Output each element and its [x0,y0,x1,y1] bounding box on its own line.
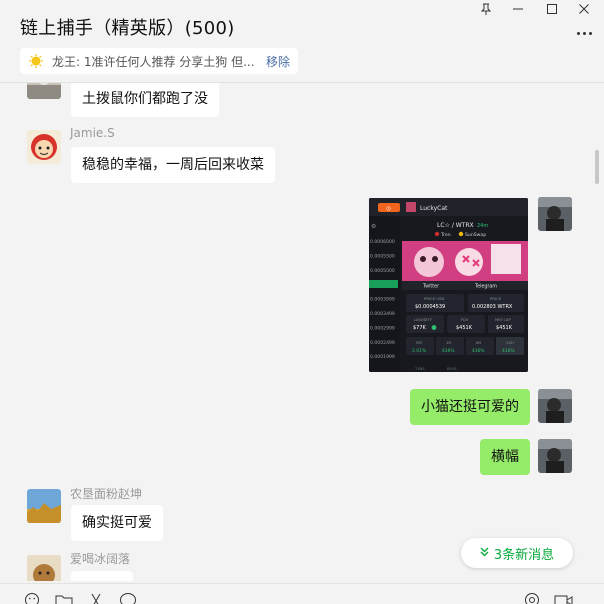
message-bubble[interactable] [71,571,133,581]
avatar[interactable] [27,83,61,99]
scrollbar-thumb[interactable] [595,150,599,184]
image-price-tick: 0.0002499 [370,340,395,346]
image-app-name: LuckyCat [420,205,448,212]
image-value: 0.002803 WTRX [472,304,513,310]
new-messages-button[interactable]: 3条新消息 [461,538,573,568]
svg-text:⊙: ⊙ [386,206,391,213]
sender-name: Jamie.S [70,126,115,140]
message-list[interactable]: 土拨鼠你们都跑了没 Jamie.S 稳稳的幸福，一周后回来收菜 ⊙ LuckyC… [0,83,604,581]
chat-history-button[interactable] [118,592,138,604]
history-icon [525,593,539,604]
image-label: PRICE USD [424,296,444,301]
chat-icon [120,593,136,604]
image-value: $77K [413,325,427,331]
folder-icon [55,595,73,604]
minimize-icon [513,8,523,10]
more-dot-icon [582,31,586,35]
image-label: TXNS [414,367,425,371]
maximize-button[interactable] [536,0,568,18]
screenshot-button[interactable] [86,592,106,604]
image-period-value: 436% [442,348,455,354]
image-period-label: 5M [416,340,422,345]
image-pair: LC☆ / WTRX [437,222,474,229]
avatar[interactable] [538,197,572,231]
image-price-tick: 0.0003999 [370,297,395,303]
lightbulb-icon [28,53,44,69]
avatar[interactable] [27,489,61,523]
pinned-message[interactable]: 龙王: 1准许任何人推荐 分享土狗 但... 移除 [20,48,298,74]
image-price-tick: 0.0001999 [370,354,395,360]
image-price-tick: 0.0006000 [370,239,395,245]
image-price-tick: 0.0002999 [370,325,395,331]
video-call-button[interactable] [554,592,574,604]
image-period-label: 6H [476,340,481,345]
message-bubble[interactable]: 确实挺可爱 [71,505,163,541]
image-label: LIQUIDITY [414,318,433,322]
image-dex: SunSwap [465,232,486,238]
image-label: FDV [461,318,469,322]
avatar[interactable] [27,130,61,164]
more-dot-icon [588,31,592,35]
svg-text:⚙: ⚙ [371,223,376,230]
remove-pinned-button[interactable]: 移除 [266,53,290,70]
image-value: $451K [456,325,473,331]
pin-icon [480,3,492,15]
image-pair-badge: 24m [477,223,488,229]
message-bubble[interactable]: 横幅 [480,439,530,475]
more-options-button[interactable] [574,26,594,40]
image-label: BUYS [447,367,457,371]
message-bubble[interactable]: 小猫还挺可爱的 [410,389,530,425]
image-price-tick: 0.0005500 [370,253,395,259]
image-value: $0.0004539 [415,304,445,310]
image-link: Telegram [474,284,497,290]
image-period-value: 2.01% [412,348,426,354]
file-button[interactable] [54,592,74,604]
image-label: MKT CAP [495,318,511,322]
scissors-icon [91,593,101,604]
image-value: $451K [496,325,513,331]
more-dot-icon [576,31,580,35]
double-chevron-down-icon [480,547,489,560]
image-period-value: 436% [472,348,485,354]
close-button[interactable] [568,0,600,18]
title-bar: 链上捕手（精英版）(500) [0,0,604,48]
image-label: PRICE [490,296,502,301]
avatar[interactable] [27,555,61,581]
sender-name: 爱喝冰阔落 [70,552,131,566]
video-icon [554,595,573,604]
image-period-label: 1H [446,340,451,345]
image-period-value: 436% [502,348,515,354]
emoji-icon [25,593,39,604]
history-button[interactable] [522,592,542,604]
sender-name: 农垦面粉赵坤 [70,487,143,501]
image-period-label: 24H [506,340,514,345]
emoji-button[interactable] [22,592,42,604]
image-chain: Tron [440,232,451,238]
chat-title: 链上捕手（精英版）(500) [20,18,235,39]
message-bubble[interactable]: 土拨鼠你们都跑了没 [71,83,219,117]
image-price-tick: 0.0003499 [370,311,395,317]
pin-window-button[interactable] [470,0,502,18]
image-link: Twitter [422,284,439,290]
image-price-tick: 0.0005000 [370,268,395,274]
new-messages-label: 3条新消息 [493,547,555,563]
shared-image[interactable]: ⊙ LuckyCat 0.0006000 0.0005500 0.0005000 0.… [369,198,528,372]
maximize-icon [547,4,557,14]
close-icon [579,4,589,14]
avatar[interactable] [538,389,572,423]
pinned-text: 龙王: 1准许任何人推荐 分享土狗 但... [52,54,255,69]
input-divider [0,583,604,584]
avatar[interactable] [538,439,572,473]
minimize-button[interactable] [502,0,534,18]
message-bubble[interactable]: 稳稳的幸福，一周后回来收菜 [71,147,275,183]
